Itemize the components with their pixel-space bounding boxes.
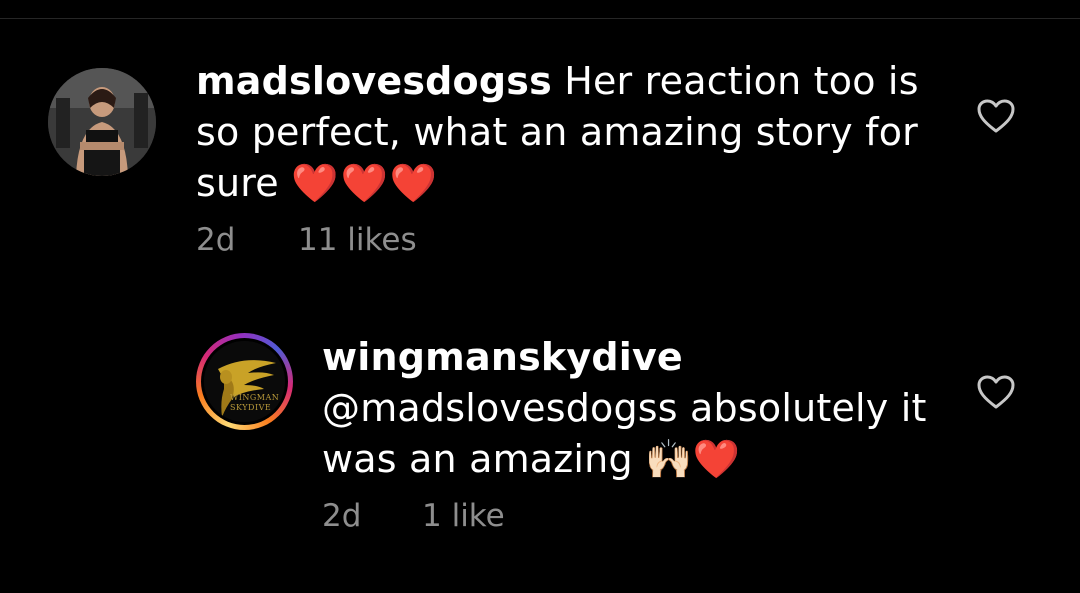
comment-timestamp[interactable]: 2d [322, 498, 361, 534]
avatar-logo: WINGMAN SKYDIVE [204, 341, 285, 422]
raised-hands-heart-emoji: 🙌🏻❤️ [645, 437, 741, 481]
comment-username[interactable]: wingmanskydive [322, 332, 942, 383]
comment-timestamp[interactable]: 2d [196, 222, 235, 258]
top-divider [0, 18, 1080, 19]
heart-outline-icon [977, 375, 1015, 409]
red-heart-emoji: ❤️❤️❤️ [291, 161, 440, 205]
comment-likes-count[interactable]: 1 like [422, 498, 505, 534]
avatar-photo [48, 68, 156, 176]
comment-username[interactable]: madslovesdogss [196, 59, 552, 103]
comment-likes-count[interactable]: 11 likes [298, 222, 417, 258]
heart-outline-icon [977, 99, 1015, 133]
comment-body: wingmanskydive @madslovesdogss absolutel… [322, 332, 942, 485]
like-button[interactable] [976, 374, 1016, 410]
avatar-story-ring[interactable]: WINGMAN SKYDIVE [196, 333, 293, 430]
like-button[interactable] [976, 98, 1016, 134]
comment-text: @madslovesdogss absolutely it was an ama… [322, 386, 927, 481]
avatar-logo-text: WINGMAN SKYDIVE [230, 393, 280, 412]
comment-body: madslovesdogss Her reaction too is so pe… [196, 56, 936, 209]
avatar[interactable] [48, 68, 156, 176]
